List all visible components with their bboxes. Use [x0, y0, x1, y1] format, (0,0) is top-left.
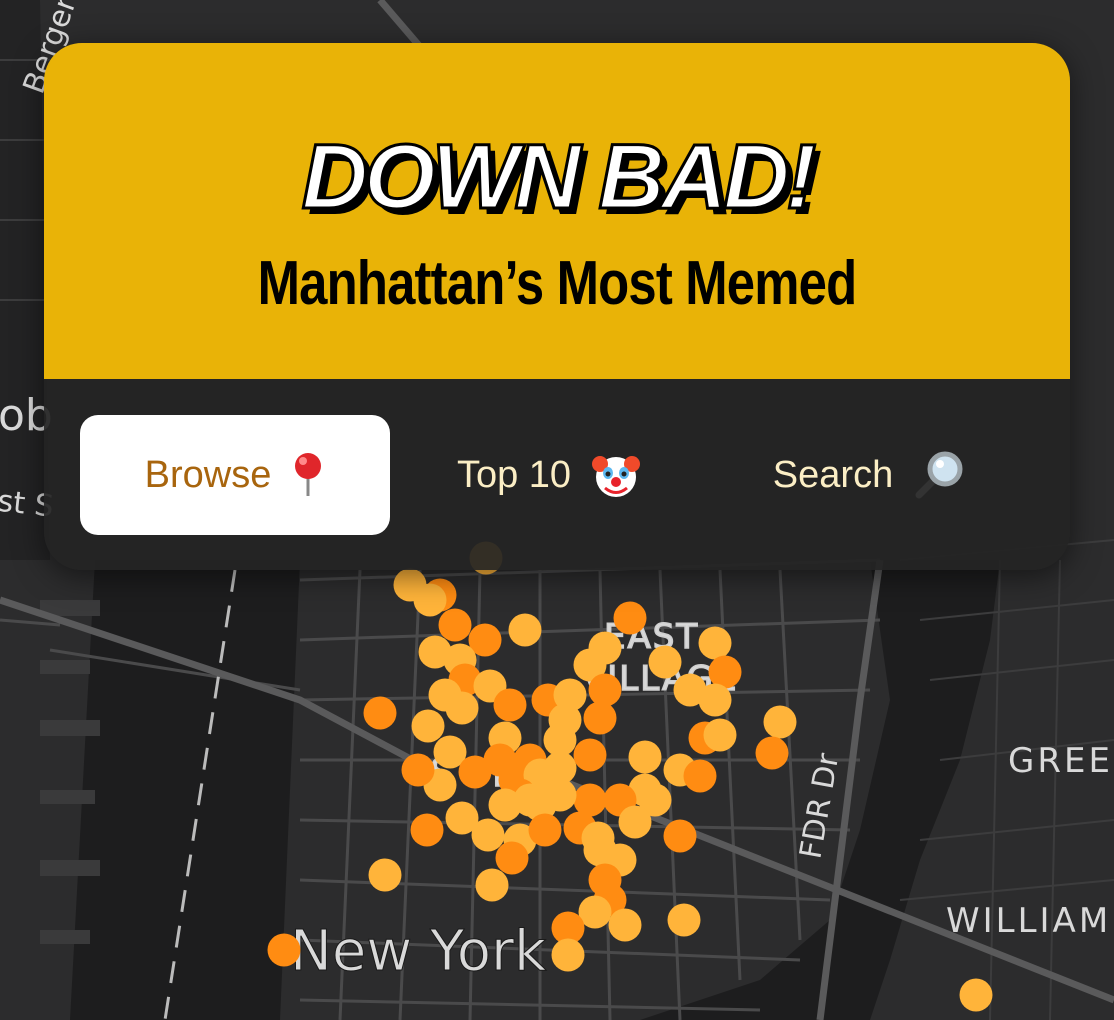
meme-marker[interactable] [703, 718, 737, 752]
header-card: DOWN BAD! Manhattan’s Most Memed Browse … [44, 43, 1070, 570]
search-tab[interactable]: Search [744, 415, 994, 535]
meme-marker[interactable] [698, 683, 732, 717]
magnifying-glass-icon [913, 449, 965, 501]
browse-tab[interactable]: Browse [80, 415, 390, 535]
meme-marker[interactable] [763, 705, 797, 739]
map-label-greenpoint: GREEN [1008, 741, 1114, 781]
meme-marker[interactable] [667, 903, 701, 937]
meme-marker[interactable] [959, 978, 993, 1012]
meme-marker[interactable] [608, 908, 642, 942]
meme-marker[interactable] [528, 813, 562, 847]
meme-marker[interactable] [493, 688, 527, 722]
meme-marker[interactable] [445, 691, 479, 725]
meme-marker[interactable] [588, 673, 622, 707]
meme-marker[interactable] [267, 933, 301, 967]
meme-marker[interactable] [573, 783, 607, 817]
map-label-williamsburg: WILLIAM [946, 901, 1111, 941]
meme-marker[interactable] [401, 753, 435, 787]
meme-marker[interactable] [663, 819, 697, 853]
meme-marker[interactable] [438, 608, 472, 642]
meme-marker[interactable] [698, 626, 732, 660]
app-subtitle: Manhattan’s Most Memed [257, 249, 858, 318]
meme-marker[interactable] [411, 709, 445, 743]
app-title: DOWN BAD! [300, 126, 818, 228]
meme-marker[interactable] [413, 583, 447, 617]
browse-label: Browse [144, 453, 272, 496]
meme-marker[interactable] [613, 601, 647, 635]
meme-marker[interactable] [513, 783, 547, 817]
meme-marker[interactable] [410, 813, 444, 847]
meme-marker[interactable] [475, 868, 509, 902]
meme-marker[interactable] [755, 736, 789, 770]
meme-marker[interactable] [363, 696, 397, 730]
clown-face-icon [591, 450, 641, 500]
meme-marker[interactable] [648, 645, 682, 679]
nav-bar: Browse Top 10 Search [44, 379, 1070, 570]
map-label-new-york: New York [290, 919, 547, 984]
meme-marker[interactable] [583, 701, 617, 735]
meme-marker[interactable] [551, 938, 585, 972]
meme-marker[interactable] [471, 818, 505, 852]
meme-marker[interactable] [628, 740, 662, 774]
meme-marker[interactable] [573, 738, 607, 772]
meme-marker[interactable] [618, 805, 652, 839]
top10-tab[interactable]: Top 10 [424, 415, 674, 535]
meme-marker[interactable] [708, 655, 742, 689]
meme-marker[interactable] [483, 743, 517, 777]
meme-marker[interactable] [495, 841, 529, 875]
top10-label: Top 10 [456, 453, 572, 496]
hudson-river [70, 560, 300, 1020]
pushpin-icon [291, 452, 325, 498]
title-banner: DOWN BAD! Manhattan’s Most Memed [44, 43, 1070, 379]
search-label: Search [772, 453, 894, 496]
meme-marker[interactable] [683, 759, 717, 793]
meme-marker[interactable] [368, 858, 402, 892]
meme-marker[interactable] [508, 613, 542, 647]
